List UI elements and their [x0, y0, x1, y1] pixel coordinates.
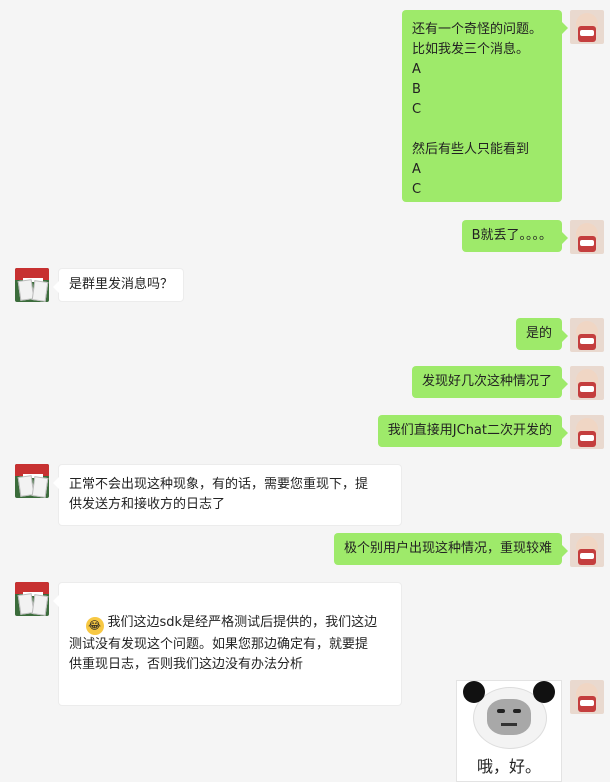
message-bubble-received[interactable]: 正常不会出现这种现象，有的话，需要您重现下，提 供发送方和接收方的日志了	[53, 464, 402, 526]
user-avatar[interactable]	[570, 10, 604, 44]
laughing-tears-emoji-icon: 😂	[85, 617, 104, 635]
user-avatar[interactable]	[570, 220, 604, 254]
message-bubble-sent[interactable]: 是的	[515, 318, 569, 350]
message-bubble-sent[interactable]: 发现好几次这种情况了	[411, 366, 569, 398]
message-bubble-sent[interactable]: 我们直接用JChat二次开发的	[377, 415, 569, 447]
user-avatar[interactable]	[570, 415, 604, 449]
message-text: 我们这边sdk是经严格测试后提供的，我们这边 测试没有发现这个问题。如果您那边确…	[69, 615, 378, 672]
message-bubble-sent[interactable]: 极个别用户出现这种情况，重现较难	[333, 533, 569, 565]
message-bubble-sent[interactable]: 还有一个奇怪的问题。 比如我发三个消息。 A B C 然后有些人只能看到 A C	[402, 10, 568, 202]
user-avatar[interactable]	[570, 680, 604, 714]
panda-sticker-image[interactable]: 哦，好。	[456, 680, 562, 782]
sticker-caption: 哦，好。	[476, 757, 541, 776]
user-avatar[interactable]	[570, 318, 604, 352]
contact-avatar[interactable]	[15, 464, 49, 498]
message-bubble-received[interactable]: 是群里发消息吗？	[52, 268, 185, 302]
message-bubble-sent[interactable]: B就丢了。。。。	[461, 220, 569, 252]
message-bubble-received[interactable]: 😂 我们这边sdk是经严格测试后提供的，我们这边 测试没有发现这个问题。如果您那边…	[53, 582, 402, 706]
user-avatar[interactable]	[570, 533, 604, 567]
contact-avatar[interactable]	[15, 268, 49, 302]
user-avatar[interactable]	[570, 366, 604, 400]
contact-avatar[interactable]	[15, 582, 49, 616]
